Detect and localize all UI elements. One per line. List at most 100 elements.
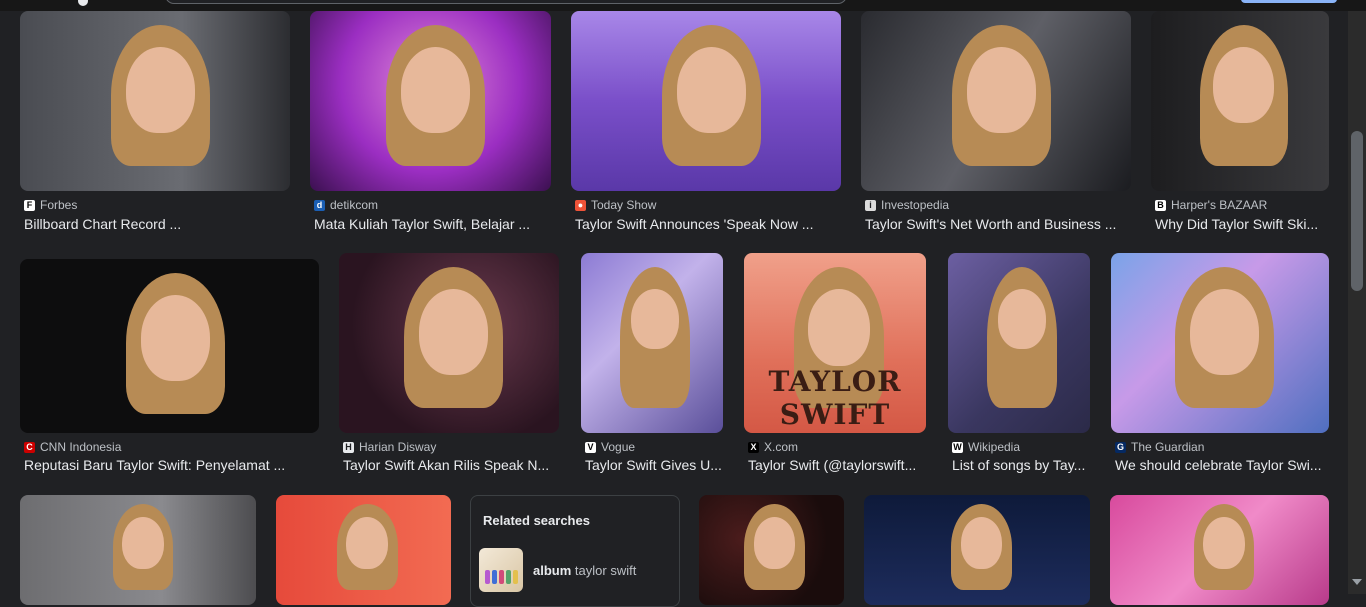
portrait-face xyxy=(126,47,195,133)
source-name: X.com xyxy=(764,440,799,454)
portrait-face xyxy=(960,517,1003,570)
image-thumbnail[interactable] xyxy=(581,253,723,433)
source-label[interactable]: B Harper's BAZAAR xyxy=(1155,198,1267,212)
portrait-face xyxy=(997,289,1046,350)
image-thumbnail[interactable] xyxy=(276,495,451,605)
site-favicon-icon: X xyxy=(748,441,759,453)
image-result-card[interactable]: B Harper's BAZAAR Why Did Taylor Swift Ski… xyxy=(1151,11,1329,235)
result-title-link[interactable]: Reputasi Baru Taylor Swift: Penyelamat .… xyxy=(24,457,319,473)
portrait-face xyxy=(630,289,679,350)
result-title-link[interactable]: Taylor Swift's Net Worth and Business ..… xyxy=(865,216,1131,232)
result-title-link[interactable]: Taylor Swift Akan Rilis Speak N... xyxy=(343,457,559,473)
search-box[interactable] xyxy=(165,0,847,4)
portrait-face xyxy=(1202,517,1245,570)
source-label[interactable]: G The Guardian xyxy=(1115,440,1204,454)
source-name: CNN Indonesia xyxy=(40,440,122,454)
scrollbar[interactable] xyxy=(1348,11,1366,594)
site-favicon-icon: ● xyxy=(575,199,586,211)
source-name: Investopedia xyxy=(881,198,950,212)
image-result-card[interactable] xyxy=(20,495,256,605)
image-thumbnail[interactable] xyxy=(699,495,844,605)
scrollbar-thumb[interactable] xyxy=(1351,131,1363,291)
source-label[interactable]: H Harian Disway xyxy=(343,440,436,454)
image-thumbnail[interactable] xyxy=(861,11,1131,191)
image-thumbnail[interactable] xyxy=(571,11,841,191)
site-favicon-icon: H xyxy=(343,441,354,453)
image-result-card[interactable] xyxy=(276,495,451,605)
site-favicon-icon: F xyxy=(24,199,35,211)
result-title-link[interactable]: Taylor Swift Announces 'Speak Now ... xyxy=(575,216,841,232)
sign-in-button[interactable] xyxy=(1241,0,1337,3)
source-name: The Guardian xyxy=(1131,440,1205,454)
result-title-link[interactable]: Mata Kuliah Taylor Swift, Belajar ... xyxy=(314,216,551,232)
related-searches-panel: Related searches album taylor swift xyxy=(470,495,680,607)
source-label[interactable]: V Vogue xyxy=(585,440,635,454)
source-name: Vogue xyxy=(601,440,636,454)
site-favicon-icon: d xyxy=(314,199,325,211)
source-label[interactable]: F Forbes xyxy=(24,198,77,212)
image-result-card[interactable]: H Harian Disway Taylor Swift Akan Rilis Sp… xyxy=(339,253,559,477)
related-search-item[interactable]: album taylor swift xyxy=(479,548,669,592)
site-favicon-icon: W xyxy=(952,441,963,453)
top-bar xyxy=(0,0,1366,11)
image-result-card[interactable]: G The Guardian We should celebrate Taylor … xyxy=(1111,253,1329,477)
portrait-face xyxy=(141,295,210,381)
image-result-card[interactable]: i Investopedia Taylor Swift's Net Worth an… xyxy=(861,11,1131,235)
result-title-link[interactable]: Taylor Swift (@taylorswift... xyxy=(748,457,926,473)
portrait-face xyxy=(401,47,470,133)
image-result-card[interactable] xyxy=(1110,495,1329,605)
image-result-card[interactable]: F Forbes Billboard Chart Record ... xyxy=(20,11,290,235)
image-result-card[interactable]: V Vogue Taylor Swift Gives U... xyxy=(581,253,723,477)
portrait-face xyxy=(1190,289,1259,375)
site-favicon-icon: G xyxy=(1115,441,1126,453)
image-result-card[interactable]: ● Today Show Taylor Swift Announces 'Speak… xyxy=(571,11,841,235)
source-label[interactable]: W Wikipedia xyxy=(952,440,1020,454)
album-title-text: TAYLOR SWIFT xyxy=(768,365,902,431)
image-result-card[interactable] xyxy=(864,495,1090,605)
image-result-card[interactable] xyxy=(699,495,844,605)
image-thumbnail[interactable] xyxy=(20,259,319,433)
image-result-card[interactable]: W Wikipedia List of songs by Tay... xyxy=(948,253,1090,477)
result-title-link[interactable]: List of songs by Tay... xyxy=(952,457,1090,473)
image-thumbnail[interactable] xyxy=(1110,495,1329,605)
source-label[interactable]: C CNN Indonesia xyxy=(24,440,121,454)
portrait-face xyxy=(967,47,1036,133)
source-name: Harian Disway xyxy=(359,440,437,454)
image-thumbnail[interactable]: TAYLOR SWIFT xyxy=(744,253,926,433)
portrait-face xyxy=(677,47,746,133)
source-label[interactable]: ● Today Show xyxy=(575,198,656,212)
source-name: Forbes xyxy=(40,198,78,212)
portrait-face xyxy=(121,517,164,570)
image-thumbnail[interactable] xyxy=(1151,11,1329,191)
result-title-link[interactable]: Taylor Swift Gives U... xyxy=(585,457,723,473)
image-thumbnail[interactable] xyxy=(20,495,256,605)
portrait-face xyxy=(346,517,388,570)
image-result-card[interactable]: TAYLOR SWIFT X X.com Taylor Swift (@taylors… xyxy=(744,253,926,477)
source-name: Today Show xyxy=(591,198,657,212)
image-result-card[interactable]: d detikcom Mata Kuliah Taylor Swift, Belaj… xyxy=(310,11,551,235)
related-searches-header: Related searches xyxy=(483,513,590,528)
scroll-down-arrow-icon[interactable] xyxy=(1352,579,1362,585)
result-title-link[interactable]: We should celebrate Taylor Swi... xyxy=(1115,457,1329,473)
source-label[interactable]: d detikcom xyxy=(314,198,378,212)
source-name: Wikipedia xyxy=(968,440,1021,454)
result-title-link[interactable]: Why Did Taylor Swift Ski... xyxy=(1155,216,1329,232)
source-name: detikcom xyxy=(330,198,379,212)
source-label[interactable]: X X.com xyxy=(748,440,798,454)
image-result-card[interactable]: C CNN Indonesia Reputasi Baru Taylor Swift… xyxy=(20,253,319,477)
related-search-text: album taylor swift xyxy=(533,562,637,578)
source-label[interactable]: i Investopedia xyxy=(865,198,949,212)
portrait-face xyxy=(419,289,488,375)
site-favicon-icon: V xyxy=(585,441,596,453)
result-title-link[interactable]: Billboard Chart Record ... xyxy=(24,216,290,232)
image-thumbnail[interactable] xyxy=(864,495,1090,605)
site-favicon-icon: C xyxy=(24,441,35,453)
album-thumbnail xyxy=(479,548,523,592)
image-thumbnail[interactable] xyxy=(1111,253,1329,433)
slider-knob[interactable] xyxy=(78,0,88,6)
image-thumbnail[interactable] xyxy=(339,253,559,433)
image-thumbnail[interactable] xyxy=(948,253,1090,433)
image-thumbnail[interactable] xyxy=(310,11,551,191)
image-thumbnail[interactable] xyxy=(20,11,290,191)
portrait-face xyxy=(753,517,796,570)
